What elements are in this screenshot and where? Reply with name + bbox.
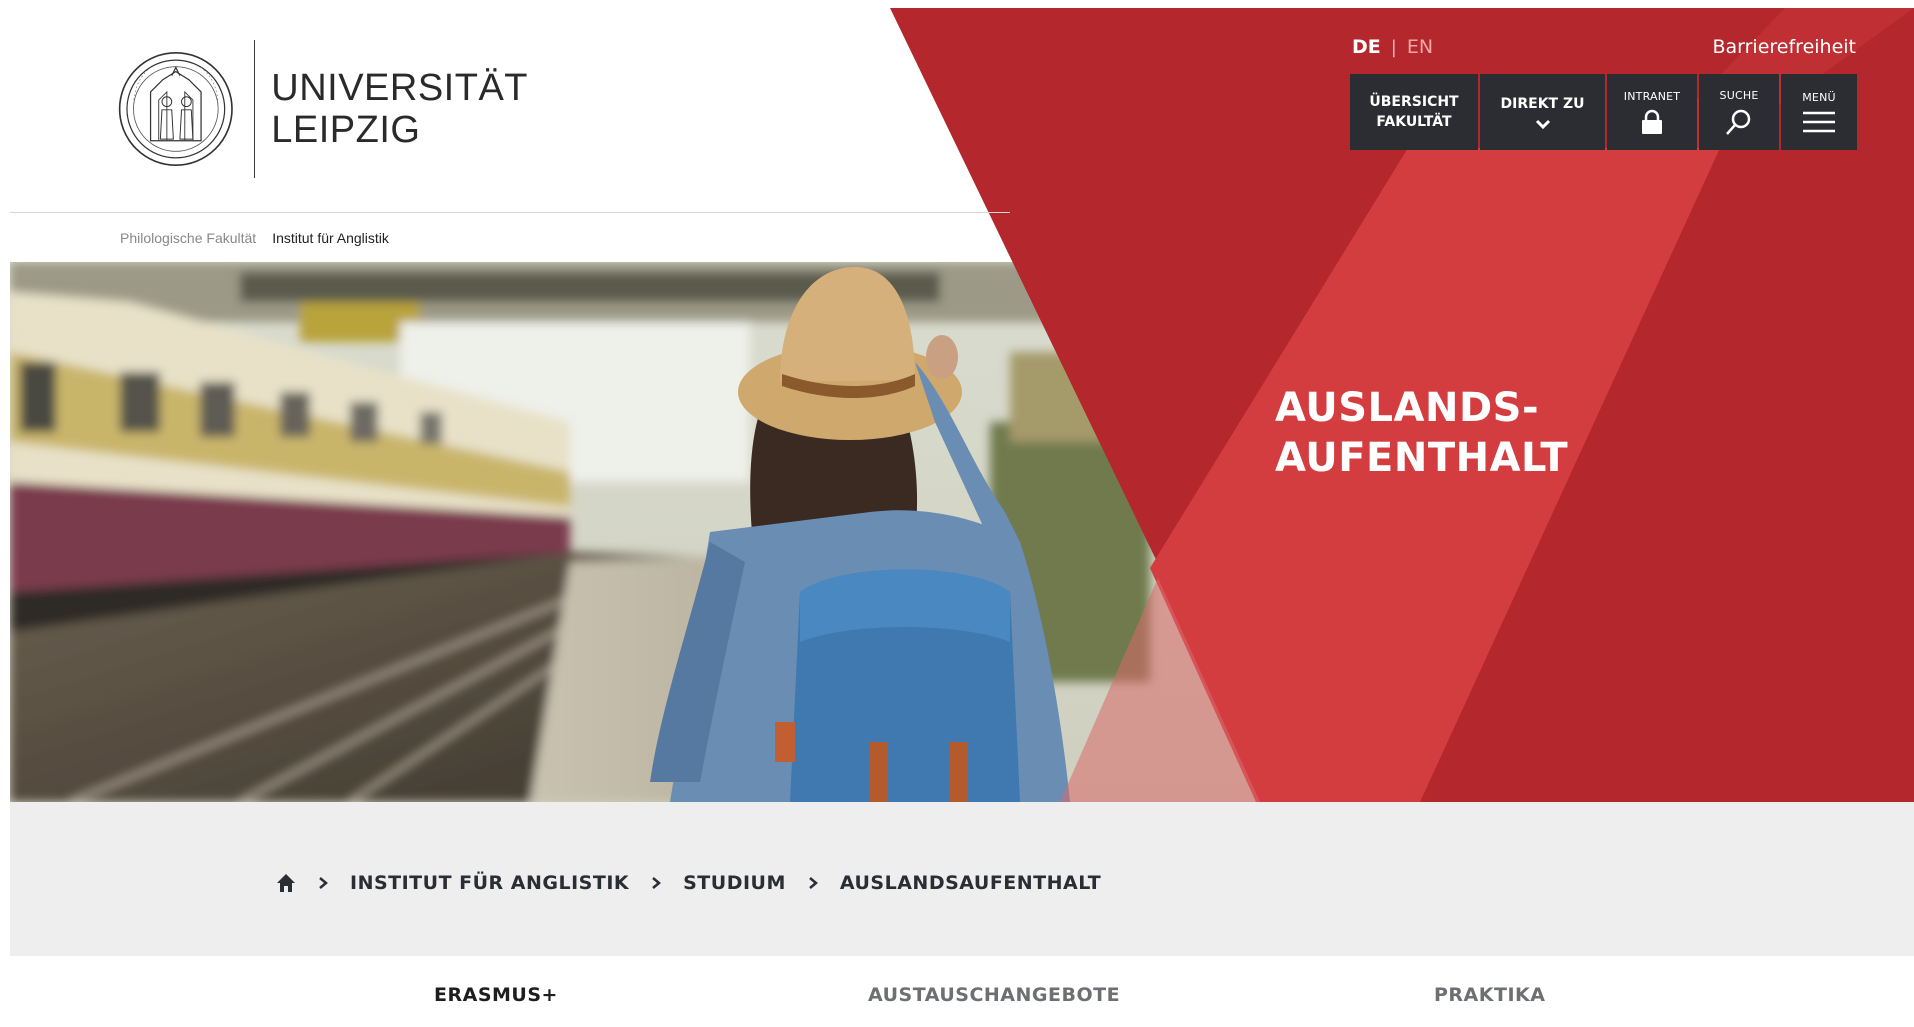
direct-to-label: DIREKT ZU xyxy=(1500,96,1585,112)
hero-banner xyxy=(10,262,1914,802)
overview-label-line2: FAKULTÄT xyxy=(1376,114,1452,130)
hamburger-icon xyxy=(1803,111,1835,132)
search-icon xyxy=(1726,109,1751,135)
university-name: UNIVERSITÄT LEIPZIG xyxy=(271,67,528,151)
breadcrumb-item-current: AUSLANDSAUFENTHALT xyxy=(839,872,1102,894)
subnav-praktika[interactable]: PRAKTIKA xyxy=(1434,984,1545,1006)
language-de[interactable]: DE xyxy=(1352,36,1381,58)
menu-label: MENÜ xyxy=(1802,90,1836,104)
page-title: AUSLANDS- AUFENTHALT xyxy=(1275,383,1568,483)
university-name-line2: LEIPZIG xyxy=(271,109,421,151)
language-separator: | xyxy=(1390,36,1397,58)
breadcrumb-item-institute[interactable]: INSTITUT FÜR ANGLISTIK xyxy=(350,872,629,894)
intranet-label: INTRANET xyxy=(1623,89,1681,103)
menu-button[interactable]: MENÜ xyxy=(1781,74,1857,150)
chevron-down-icon xyxy=(1535,119,1550,130)
university-name-line1: UNIVERSITÄT xyxy=(271,67,528,109)
chevron-right-icon xyxy=(809,877,818,889)
overview-label-line1: ÜBERSICHT xyxy=(1369,94,1459,110)
top-navigation: ÜBERSICHT FAKULTÄT DIREKT ZU INTRANET SU… xyxy=(1350,74,1857,150)
search-label: SUCHE xyxy=(1719,88,1759,102)
university-seal-icon xyxy=(118,52,233,166)
institute-link[interactable]: Institut für Anglistik xyxy=(272,230,389,246)
logo-divider xyxy=(253,40,256,178)
breadcrumb-item-studium[interactable]: STUDIUM xyxy=(683,872,786,894)
search-button[interactable]: SUCHE xyxy=(1699,74,1779,150)
home-icon[interactable] xyxy=(276,873,296,893)
direct-to-button[interactable]: DIREKT ZU xyxy=(1480,74,1605,150)
breadcrumb: INSTITUT FÜR ANGLISTIK STUDIUM AUSLANDSA… xyxy=(276,872,1101,894)
page-title-line1: AUSLANDS- xyxy=(1275,385,1540,431)
subnav-erasmus[interactable]: ERASMUS+ xyxy=(434,984,558,1006)
chevron-right-icon xyxy=(319,877,328,889)
chevron-right-icon xyxy=(652,877,662,889)
subnav-austauschangebote[interactable]: AUSTAUSCHANGEBOTE xyxy=(868,984,1120,1006)
accessibility-link[interactable]: Barrierefreiheit xyxy=(1712,36,1856,58)
language-en[interactable]: EN xyxy=(1407,36,1433,58)
overview-faculty-button[interactable]: ÜBERSICHT FAKULTÄT xyxy=(1350,74,1478,150)
lock-icon xyxy=(1642,109,1662,134)
header-divider xyxy=(10,212,1010,213)
breadcrumb-bar: INSTITUT FÜR ANGLISTIK STUDIUM AUSLANDSA… xyxy=(10,802,1914,956)
language-switcher: DE | EN xyxy=(1352,36,1433,58)
intranet-button[interactable]: INTRANET xyxy=(1607,74,1697,150)
faculty-breadcrumb: Philologische Fakultät Institut für Angl… xyxy=(120,230,389,246)
page-title-line2: AUFENTHALT xyxy=(1275,435,1569,481)
sub-navigation: ERASMUS+ AUSTAUSCHANGEBOTE PRAKTIKA xyxy=(10,956,1914,1027)
faculty-link[interactable]: Philologische Fakultät xyxy=(120,230,256,246)
page: UNIVERSITÄT LEIPZIG Philologische Fakult… xyxy=(10,8,1914,1027)
university-logo[interactable]: UNIVERSITÄT LEIPZIG xyxy=(118,34,528,184)
hero-photo-traveler-at-station xyxy=(10,262,1914,802)
